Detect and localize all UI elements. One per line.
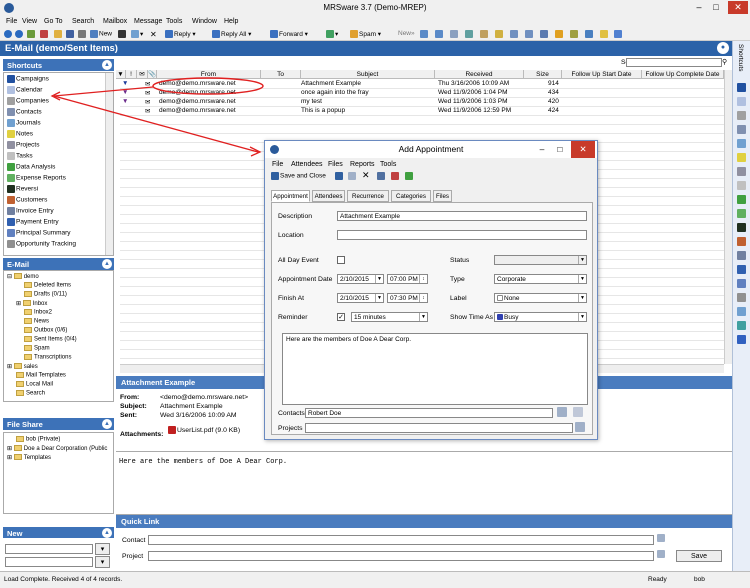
spinner-icon[interactable]: ↕ [419, 294, 427, 302]
reminder-checkbox[interactable]: ✓ [337, 313, 345, 321]
type-label: Type [450, 276, 465, 283]
dialog-close-button[interactable]: ✕ [571, 141, 595, 158]
all-day-label: All Day Event [278, 257, 319, 264]
status-select[interactable]: ▼ [494, 255, 587, 265]
description-field[interactable]: Attachment Example [337, 211, 587, 221]
reminder-select[interactable]: 15 minutes ▼ [351, 312, 428, 322]
appointment-date-picker[interactable]: 2/10/2015 ▼ [337, 274, 384, 284]
dialog-title-bar: Add Appointment – □ ✕ [265, 141, 597, 158]
type-select[interactable]: Corporate ▼ [494, 274, 587, 284]
chevron-down-icon: ▼ [578, 313, 586, 321]
dialog-attach-icon[interactable] [405, 172, 414, 183]
tab-files[interactable]: Files [433, 190, 452, 202]
chevron-down-icon: ▼ [578, 275, 586, 283]
notes-textarea[interactable]: Here are the members of Doe A Dear Corp. [282, 333, 588, 405]
contacts-add-icon[interactable] [573, 407, 584, 417]
location-field[interactable] [337, 230, 587, 240]
all-day-checkbox[interactable] [337, 256, 345, 264]
projects-field[interactable] [305, 423, 573, 433]
tab-attendees[interactable]: Attendees [312, 190, 345, 202]
label-color-swatch [497, 295, 503, 302]
reminder-label: Reminder [278, 314, 308, 321]
contacts-label: Contacts [278, 410, 305, 417]
appointment-date-label: Appointment Date [278, 276, 333, 283]
dialog-report-icon[interactable] [377, 172, 386, 183]
label-select[interactable]: None ▼ [494, 293, 587, 303]
chevron-down-icon: ▼ [375, 275, 383, 283]
dialog-menu-file[interactable]: File [272, 161, 283, 168]
dialog-maximize-button[interactable]: □ [553, 141, 567, 158]
annotation-arrow-calendar [53, 86, 154, 97]
contacts-lookup-icon[interactable] [557, 407, 568, 417]
contacts-field[interactable]: Robert Doe [305, 408, 553, 418]
appointment-time-field[interactable]: 07:00 PM ↕ [387, 274, 428, 284]
dialog-delete-icon[interactable]: ✕ [362, 170, 370, 181]
dialog-copy-icon[interactable] [348, 172, 357, 183]
tab-appointment[interactable]: Appointment [271, 190, 310, 202]
description-label: Description [278, 213, 312, 220]
projects-lookup-icon[interactable] [575, 422, 586, 432]
label-label: Label [450, 295, 467, 302]
chevron-down-icon: ▼ [375, 294, 383, 302]
finish-at-label: Finish At [278, 295, 305, 302]
save-close-icon [271, 172, 279, 180]
dialog-menu-files[interactable]: Files [328, 161, 343, 168]
add-appointment-dialog: Add Appointment – □ ✕ File Attendees Fil… [264, 140, 598, 440]
projects-label: Projects [278, 425, 303, 432]
dialog-spellcheck-icon[interactable] [391, 172, 400, 183]
finish-date-picker[interactable]: 2/10/2015 ▼ [337, 293, 384, 303]
annotation-arrow-dialog [53, 95, 259, 153]
finish-time-field[interactable]: 07:30 PM ↕ [387, 293, 428, 303]
dialog-menu-tools[interactable]: Tools [380, 161, 396, 168]
chevron-down-icon: ▼ [419, 313, 427, 321]
tab-recurrence[interactable]: Recurrence [347, 190, 389, 202]
spinner-icon[interactable]: ↕ [419, 275, 427, 283]
show-time-as-select[interactable]: Busy ▼ [494, 312, 587, 322]
chevron-down-icon: ▼ [578, 256, 586, 264]
show-time-as-label: Show Time As [450, 314, 494, 321]
dialog-menu-attendees[interactable]: Attendees [291, 161, 323, 168]
tab-categories[interactable]: Categories [391, 190, 431, 202]
annotation-ellipse [152, 77, 264, 95]
busy-color-swatch [497, 314, 503, 321]
appointment-form: Description Attachment Example Location … [271, 202, 593, 435]
dialog-minimize-button[interactable]: – [535, 141, 549, 158]
dialog-menu-reports[interactable]: Reports [350, 161, 375, 168]
chevron-down-icon: ▼ [578, 294, 586, 302]
dialog-app-icon [270, 145, 279, 154]
save-and-close-button[interactable]: Save and Close [271, 172, 326, 183]
dialog-save-icon[interactable] [335, 172, 344, 183]
dialog-title: Add Appointment [398, 144, 464, 154]
location-label: Location [278, 232, 304, 239]
status-label: Status [450, 257, 470, 264]
